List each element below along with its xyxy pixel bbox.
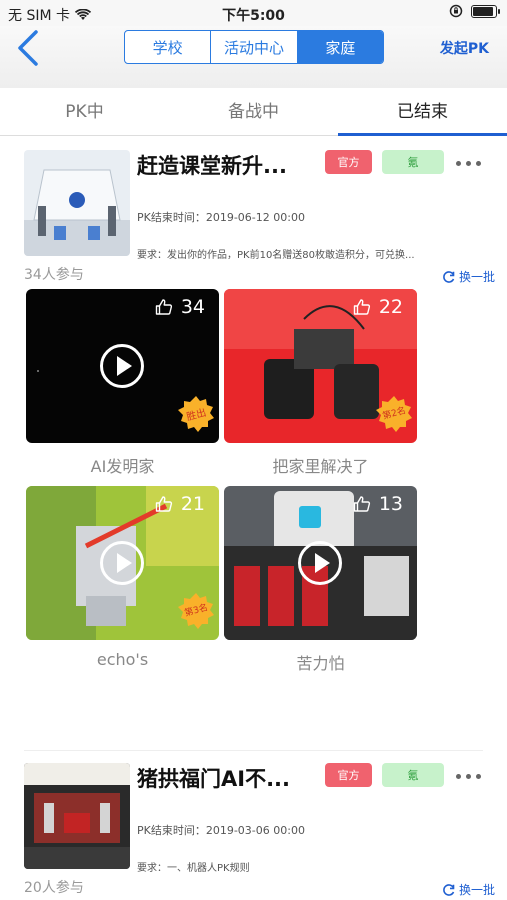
play-icon[interactable]: [99, 343, 145, 389]
pk-cover-thumbnail[interactable]: [24, 150, 130, 256]
entry-name: 把家里解决了: [272, 457, 369, 476]
like-count-value: 13: [378, 493, 403, 515]
entry-name: echo's: [96, 650, 149, 669]
tab-preparing[interactable]: 备战中: [169, 90, 338, 135]
pk-title: 猪拱福门AI不...: [137, 767, 290, 791]
pk-end-time: PK结束时间：2019-06-12 00:00: [137, 211, 305, 224]
back-arrow-icon[interactable]: [8, 28, 48, 68]
like-count-value: 34: [180, 296, 205, 318]
tab-ended[interactable]: 已结束: [338, 90, 507, 136]
rotation-lock-icon: [449, 4, 463, 18]
refresh-batch-button[interactable]: 换一批: [442, 881, 495, 898]
like-count: 34: [155, 296, 205, 318]
refresh-icon: [443, 883, 455, 896]
thumbs-up-icon: [353, 496, 370, 512]
entry-name: 苦力怕: [296, 654, 345, 673]
thumbs-up-icon: [155, 299, 172, 315]
tab-in-pk[interactable]: PK中: [0, 90, 169, 135]
official-badge: 官方: [325, 763, 372, 787]
like-count: 21: [155, 493, 205, 515]
segment-family[interactable]: 家庭: [297, 31, 383, 63]
card-divider: [24, 750, 483, 751]
more-options-icon[interactable]: [456, 771, 486, 781]
nav-bar: 学校 活动中心 家庭 发起PK: [0, 26, 507, 88]
segment-activity-center[interactable]: 活动中心: [211, 31, 298, 63]
refresh-label: 换一批: [459, 270, 496, 284]
refresh-batch-button[interactable]: 换一批: [442, 268, 495, 285]
participant-count: 20人参与: [24, 880, 84, 896]
pk-card[interactable]: 猪拱福门AI不... 官方 氪 PK结束时间：2019-03-06 00:00 …: [0, 753, 507, 900]
thumbs-up-icon: [155, 496, 172, 512]
entry-name: AI发明家: [90, 457, 155, 476]
pk-end-time: PK结束时间：2019-03-06 00:00: [137, 824, 305, 837]
type-badge: 氪: [382, 763, 444, 787]
refresh-label: 换一批: [459, 883, 496, 897]
video-entry-tile[interactable]: 22 第2名: [224, 289, 417, 443]
pk-card[interactable]: 赶造课堂新升... 官方 氪 PK结束时间：2019-06-12 00:00 要…: [0, 140, 507, 680]
video-entry-tile[interactable]: 13: [224, 486, 417, 640]
participant-count: 34人参与: [24, 267, 84, 283]
video-entry-tile[interactable]: 21 第3名: [26, 486, 219, 640]
play-icon[interactable]: [297, 540, 343, 586]
thumbs-up-icon: [353, 299, 370, 315]
rank-badge: 胜出: [177, 395, 215, 433]
like-count-value: 21: [180, 493, 205, 515]
more-options-icon[interactable]: [456, 158, 486, 168]
status-right: [449, 4, 500, 18]
official-badge: 官方: [325, 150, 372, 174]
launch-pk-button[interactable]: 发起PK: [440, 38, 489, 58]
like-count: 13: [353, 493, 403, 515]
pk-requirement: 要求：一、机器人PK规则: [137, 863, 250, 874]
segment-school[interactable]: 学校: [125, 31, 212, 63]
pk-title: 赶造课堂新升...: [137, 154, 287, 178]
status-bar: 无 SIM 卡 下午5:00: [0, 0, 507, 26]
rank-badge: 第2名: [375, 395, 413, 433]
refresh-icon: [443, 270, 455, 283]
tab-bar: PK中 备战中 已结束: [0, 90, 507, 136]
segmented-control: 学校 活动中心 家庭: [124, 30, 384, 64]
rank-badge: 第3名: [177, 592, 215, 630]
status-time: 下午5:00: [222, 8, 285, 24]
play-icon[interactable]: [99, 540, 145, 586]
type-badge: 氪: [382, 150, 444, 174]
pk-requirement: 要求：发出你的作品，PK前10名赠送80枚敢造积分，可兑换...: [137, 250, 415, 261]
video-entry-tile[interactable]: 34 胜出: [26, 289, 219, 443]
pk-cover-thumbnail[interactable]: [24, 763, 130, 869]
battery-icon: [471, 4, 500, 18]
like-count: 22: [353, 296, 403, 318]
like-count-value: 22: [378, 296, 403, 318]
